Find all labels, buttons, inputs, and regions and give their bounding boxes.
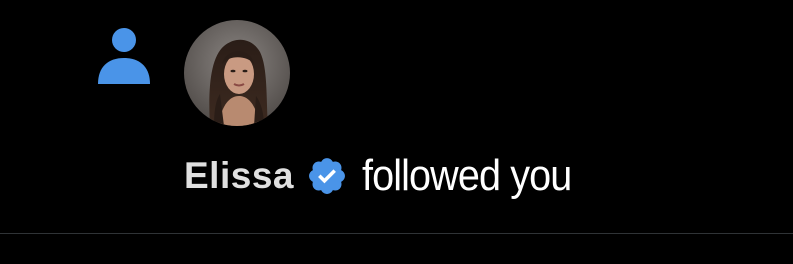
avatar[interactable] [184, 20, 290, 126]
verified-badge-icon [309, 158, 345, 194]
divider [0, 233, 793, 234]
person-icon [98, 28, 150, 84]
action-text: followed you [361, 151, 572, 200]
follow-notification[interactable]: Elissa followed you [0, 0, 793, 233]
user-name-link[interactable]: Elissa [184, 155, 294, 197]
notification-text: Elissa followed you [184, 148, 595, 204]
